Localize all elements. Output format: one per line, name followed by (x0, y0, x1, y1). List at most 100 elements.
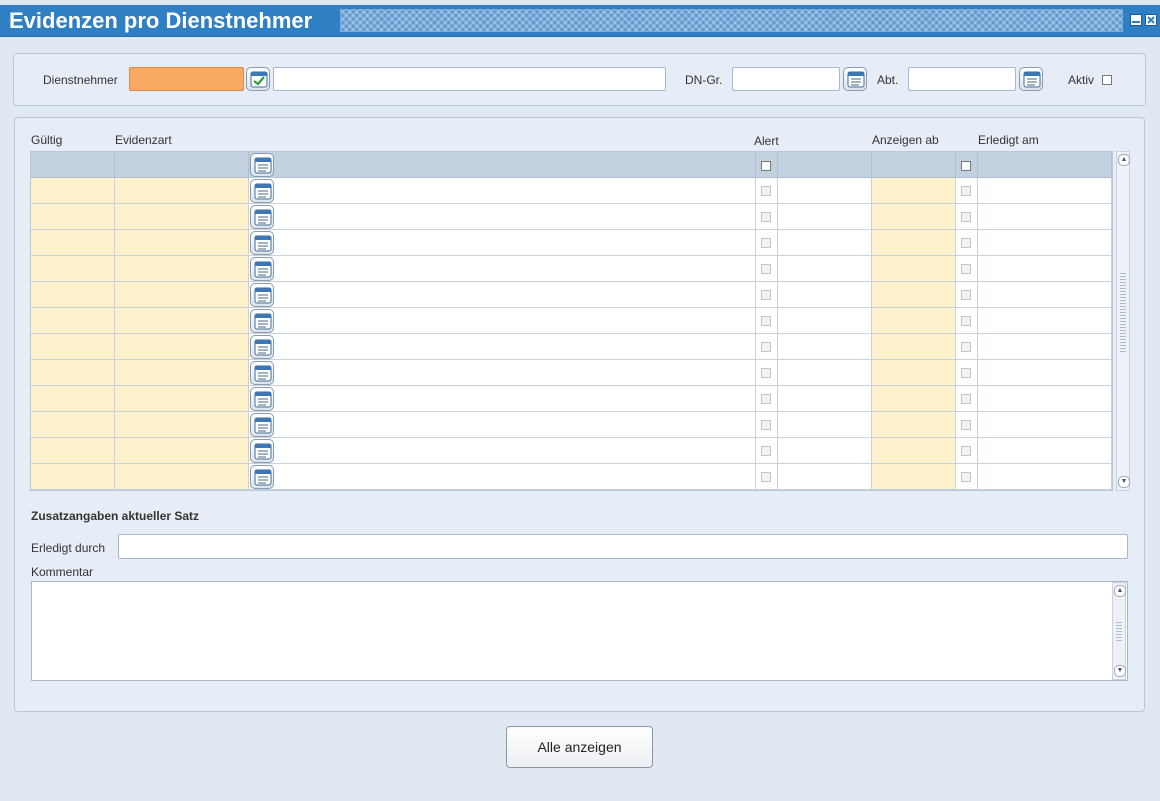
erledigt-checkbox[interactable] (961, 316, 971, 326)
cell-extra[interactable] (778, 204, 872, 230)
evidenzart-lookup-button[interactable] (250, 335, 274, 359)
scroll-down-icon[interactable]: ▼ (1114, 665, 1126, 677)
cell-bezeichnung[interactable] (275, 412, 756, 438)
cell-extra[interactable] (778, 308, 872, 334)
erledigt-checkbox[interactable] (961, 238, 971, 248)
cell-gueltig[interactable] (31, 386, 115, 412)
cell-gueltig[interactable] (31, 438, 115, 464)
cell-evidenzart[interactable] (115, 412, 249, 438)
alert-checkbox[interactable] (761, 368, 771, 378)
filter-cell-extra[interactable] (778, 152, 872, 178)
scroll-up-icon[interactable]: ▲ (1118, 154, 1130, 166)
evidenzart-lookup-button[interactable] (250, 465, 274, 489)
cell-anzeigen-ab[interactable] (872, 256, 956, 282)
cell-anzeigen-ab[interactable] (872, 230, 956, 256)
cell-gueltig[interactable] (31, 178, 115, 204)
table-row[interactable] (31, 360, 1112, 386)
erledigt-checkbox[interactable] (961, 368, 971, 378)
cell-bezeichnung[interactable] (275, 438, 756, 464)
cell-anzeigen-ab[interactable] (872, 204, 956, 230)
cell-extra[interactable] (778, 412, 872, 438)
evidenzart-filter-lookup-button[interactable] (250, 153, 274, 177)
cell-bezeichnung[interactable] (275, 230, 756, 256)
cell-erledigt-am[interactable] (978, 360, 1112, 386)
cell-gueltig[interactable] (31, 360, 115, 386)
alert-checkbox[interactable] (761, 238, 771, 248)
abt-field[interactable] (908, 67, 1016, 91)
table-row[interactable] (31, 386, 1112, 412)
cell-gueltig[interactable] (31, 256, 115, 282)
cell-gueltig[interactable] (31, 334, 115, 360)
cell-extra[interactable] (778, 230, 872, 256)
alert-checkbox[interactable] (761, 186, 771, 196)
table-row[interactable] (31, 282, 1112, 308)
alert-checkbox[interactable] (761, 212, 771, 222)
dienstnehmer-number-field[interactable] (129, 67, 244, 91)
cell-anzeigen-ab[interactable] (872, 178, 956, 204)
scrollbar-grip[interactable] (1120, 272, 1126, 352)
evidenzart-lookup-button[interactable] (250, 361, 274, 385)
cell-extra[interactable] (778, 438, 872, 464)
table-row[interactable] (31, 412, 1112, 438)
cell-erledigt-am[interactable] (978, 230, 1112, 256)
cell-bezeichnung[interactable] (275, 464, 756, 490)
cell-gueltig[interactable] (31, 464, 115, 490)
table-row[interactable] (31, 256, 1112, 282)
kommentar-scrollbar[interactable]: ▲ ▼ (1112, 582, 1126, 680)
scrollbar-grip[interactable] (1116, 621, 1122, 641)
evidenzart-lookup-button[interactable] (250, 413, 274, 437)
cell-evidenzart[interactable] (115, 204, 249, 230)
cell-bezeichnung[interactable] (275, 334, 756, 360)
evidenzart-lookup-button[interactable] (250, 231, 274, 255)
cell-erledigt-am[interactable] (978, 334, 1112, 360)
cell-gueltig[interactable] (31, 204, 115, 230)
cell-bezeichnung[interactable] (275, 308, 756, 334)
evidenzart-lookup-button[interactable] (250, 179, 274, 203)
cell-evidenzart[interactable] (115, 256, 249, 282)
cell-evidenzart[interactable] (115, 464, 249, 490)
cell-gueltig[interactable] (31, 230, 115, 256)
cell-evidenzart[interactable] (115, 334, 249, 360)
table-row[interactable] (31, 204, 1112, 230)
cell-erledigt-am[interactable] (978, 178, 1112, 204)
table-row[interactable] (31, 438, 1112, 464)
evidenzart-lookup-button[interactable] (250, 283, 274, 307)
erledigt-durch-field[interactable] (118, 534, 1128, 559)
table-row[interactable] (31, 308, 1112, 334)
alert-checkbox[interactable] (761, 420, 771, 430)
cell-evidenzart[interactable] (115, 282, 249, 308)
evidenzart-lookup-button[interactable] (250, 439, 274, 463)
alert-checkbox[interactable] (761, 394, 771, 404)
erledigt-checkbox[interactable] (961, 342, 971, 352)
cell-anzeigen-ab[interactable] (872, 334, 956, 360)
cell-anzeigen-ab[interactable] (872, 412, 956, 438)
erledigt-checkbox[interactable] (961, 186, 971, 196)
cell-anzeigen-ab[interactable] (872, 282, 956, 308)
cell-anzeigen-ab[interactable] (872, 360, 956, 386)
filter-cell-gueltig[interactable] (31, 152, 115, 178)
cell-bezeichnung[interactable] (275, 204, 756, 230)
erledigt-checkbox[interactable] (961, 212, 971, 222)
cell-evidenzart[interactable] (115, 308, 249, 334)
scroll-down-icon[interactable]: ▼ (1118, 476, 1130, 488)
table-row[interactable] (31, 334, 1112, 360)
alert-checkbox[interactable] (761, 472, 771, 482)
filter-cell-text[interactable] (275, 152, 756, 178)
alert-checkbox[interactable] (761, 264, 771, 274)
cell-anzeigen-ab[interactable] (872, 308, 956, 334)
cell-extra[interactable] (778, 256, 872, 282)
cell-erledigt-am[interactable] (978, 256, 1112, 282)
filter-cell-anzeigen-ab[interactable] (872, 152, 956, 178)
cell-evidenzart[interactable] (115, 386, 249, 412)
cell-bezeichnung[interactable] (275, 386, 756, 412)
cell-gueltig[interactable] (31, 412, 115, 438)
dn-gr-lookup-button[interactable] (843, 67, 867, 91)
minimize-icon[interactable] (1130, 14, 1142, 26)
dn-gr-field[interactable] (732, 67, 840, 91)
cell-gueltig[interactable] (31, 308, 115, 334)
cell-extra[interactable] (778, 334, 872, 360)
evidenzart-lookup-button[interactable] (250, 387, 274, 411)
erledigt-checkbox[interactable] (961, 264, 971, 274)
cell-evidenzart[interactable] (115, 230, 249, 256)
cell-extra[interactable] (778, 386, 872, 412)
